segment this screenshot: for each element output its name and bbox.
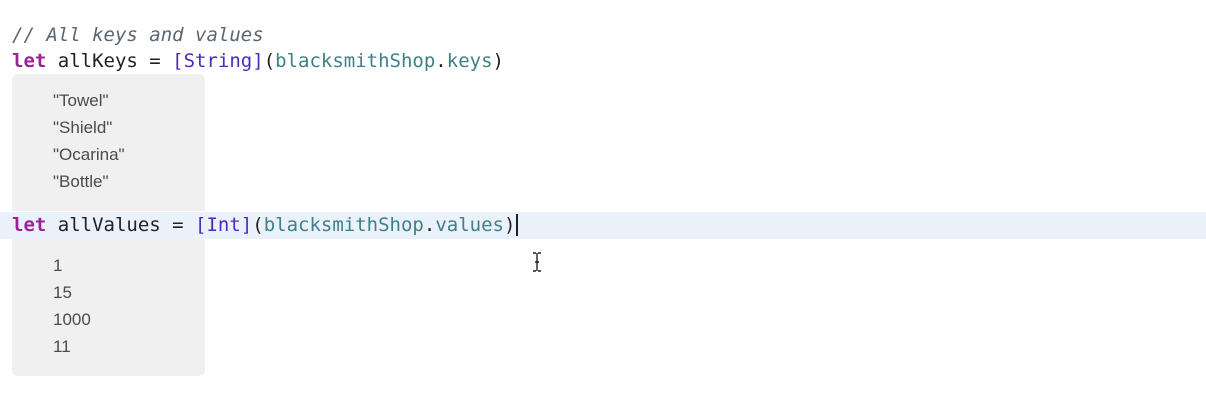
close-paren: ) (492, 50, 504, 72)
result-item: 1000 (53, 310, 91, 329)
let-keyword: let (12, 50, 47, 72)
variable-declaration: allKeys = (46, 50, 173, 72)
property-name: keys (446, 50, 493, 72)
object-name: blacksmithShop (263, 214, 424, 236)
text-cursor-icon (533, 252, 541, 272)
result-item: "Bottle" (53, 172, 109, 191)
keys-result-panel: "Towel" "Shield" "Ocarina" "Bottle" (12, 74, 205, 211)
result-item: 15 (53, 283, 72, 302)
dot: . (435, 50, 447, 72)
text-caret (516, 214, 519, 236)
result-item: 11 (53, 337, 71, 356)
code-line-all-keys[interactable]: let allKeys = [String](blacksmithShop.ke… (12, 48, 504, 74)
open-paren: ( (252, 214, 264, 236)
values-result-panel: 1 15 1000 11 (12, 239, 205, 376)
type-name: [String] (172, 50, 264, 72)
let-keyword: let (12, 214, 47, 236)
variable-declaration: allValues = (46, 214, 196, 236)
result-item: "Ocarina" (53, 145, 125, 164)
type-name: [Int] (195, 214, 253, 236)
open-paren: ( (263, 50, 276, 72)
property-name: values (435, 214, 504, 236)
dot: . (423, 214, 436, 236)
result-item: "Towel" (53, 91, 109, 110)
result-item: "Shield" (53, 118, 113, 137)
code-line-all-values[interactable]: let allValues = [Int](blacksmithShop.val… (12, 212, 519, 238)
close-paren: ) (503, 214, 516, 236)
code-comment[interactable]: // All keys and values (12, 22, 264, 48)
object-name: blacksmithShop (275, 50, 436, 72)
result-item: 1 (53, 256, 63, 275)
